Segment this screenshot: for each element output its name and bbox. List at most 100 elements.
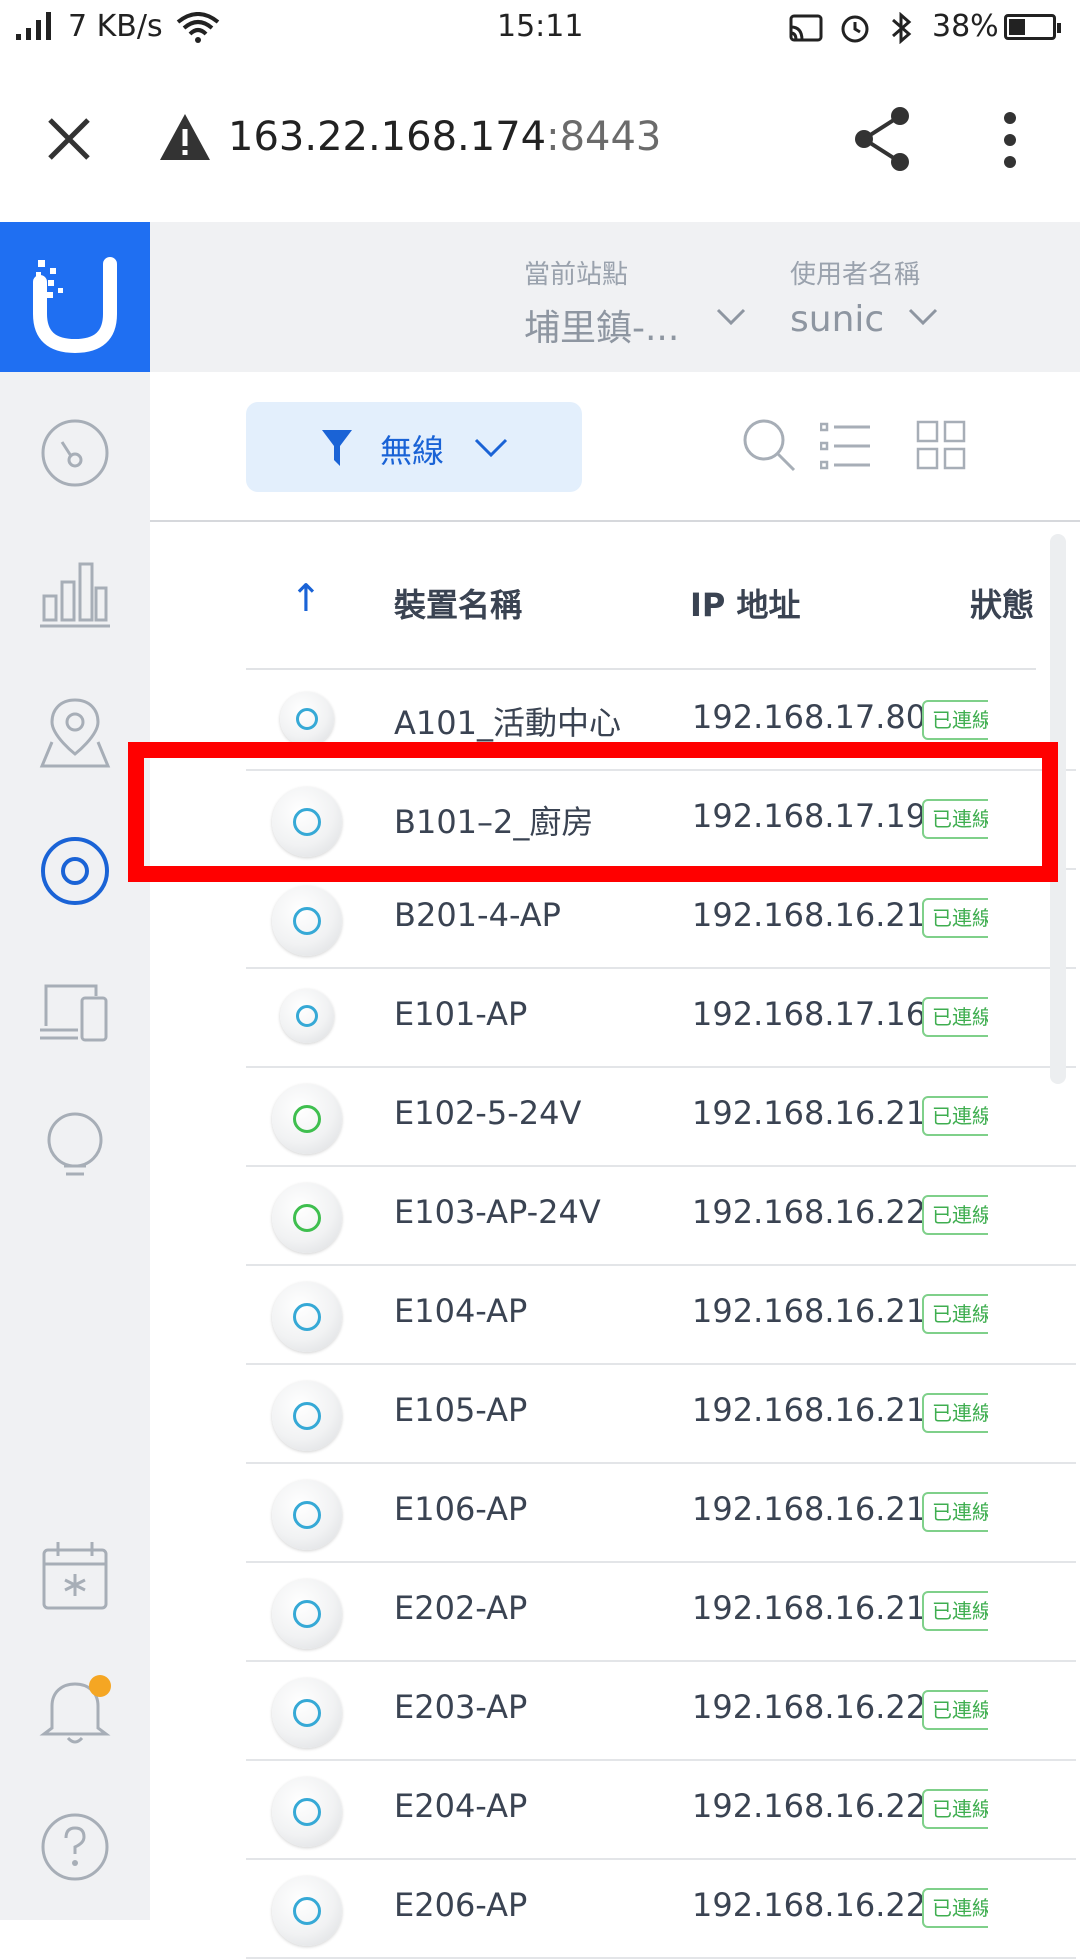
table-row[interactable]: E206-AP 192.168.16.222 已連線 — [246, 1858, 1076, 1959]
access-point-icon — [272, 1480, 342, 1550]
network-speed: 7 KB/s — [68, 9, 163, 44]
user-selector[interactable]: 使用者名稱 sunic — [790, 254, 920, 340]
chevron-down-icon[interactable] — [908, 308, 938, 326]
status-badge-clip: 已連線 — [922, 1294, 988, 1334]
battery-icon — [1004, 14, 1061, 40]
device-ip: 192.168.16.218 — [692, 1490, 947, 1528]
access-point-icon — [272, 886, 342, 956]
access-point-icon — [272, 1084, 342, 1154]
table-row[interactable]: E101-AP 192.168.17.167 已連線 — [246, 967, 1076, 1068]
site-value: 埔里鎮-... — [524, 308, 680, 349]
search-icon[interactable] — [742, 418, 796, 472]
status-badge-clip: 已連線 — [922, 997, 988, 1037]
status-badge-clip: 已連線 — [922, 1393, 988, 1433]
status-badge-clip: 已連線 — [922, 1195, 988, 1235]
status-badge: 已連線 — [922, 1690, 988, 1730]
access-point-icon — [272, 1381, 342, 1451]
grid-view-icon[interactable] — [916, 420, 966, 470]
site-selector[interactable]: 當前站點 埔里鎮-... — [524, 254, 679, 351]
chevron-down-icon[interactable] — [716, 308, 746, 326]
status-badge: 已連線 — [922, 1888, 988, 1928]
highlight-box — [128, 742, 1058, 882]
map-icon[interactable] — [38, 696, 112, 770]
sort-arrow-icon[interactable]: ↑ — [290, 576, 322, 620]
alarm-icon — [841, 15, 869, 42]
cast-icon — [789, 14, 823, 41]
device-ip: 192.168.16.223 — [692, 1193, 947, 1231]
table-row[interactable]: E105-AP 192.168.16.217 已連線 — [246, 1363, 1076, 1464]
column-header-ip[interactable]: IP 地址 — [690, 580, 801, 626]
column-header-status[interactable]: 狀態 — [970, 580, 1050, 626]
device-ip: 192.168.17.80 — [692, 698, 927, 736]
access-point-icon — [272, 1183, 342, 1253]
more-options-icon[interactable] — [998, 112, 1022, 168]
dashboard-icon[interactable] — [38, 416, 112, 490]
device-ip: 192.168.16.222 — [692, 1886, 947, 1924]
device-ip: 192.168.16.221 — [692, 1787, 947, 1825]
device-name: A101_活動中心 — [394, 704, 621, 742]
side-navigation — [0, 372, 150, 1920]
clients-icon[interactable] — [38, 976, 112, 1050]
close-icon[interactable] — [44, 114, 94, 164]
status-badge: 已連線 — [922, 1393, 988, 1433]
status-badge: 已連線 — [922, 1789, 988, 1829]
filter-button[interactable]: 無線 — [246, 402, 582, 492]
unifi-logo-icon — [33, 257, 117, 354]
device-name: B201-4-AP — [394, 896, 561, 934]
status-badge-clip: 已連線 — [922, 1789, 988, 1829]
device-ip: 192.168.16.214 — [692, 1094, 947, 1132]
warning-icon[interactable] — [158, 112, 212, 162]
table-row[interactable]: E102-5-24V 192.168.16.214 已連線 — [246, 1066, 1076, 1167]
filter-label: 無線 — [380, 432, 445, 470]
table-row[interactable]: E203-AP 192.168.16.220 已連線 — [246, 1660, 1076, 1761]
device-ip: 192.168.16.217 — [692, 1391, 947, 1429]
share-icon[interactable] — [852, 106, 912, 172]
access-point-icon — [280, 692, 334, 746]
device-ip: 192.168.17.167 — [692, 995, 947, 1033]
chevron-down-icon — [474, 438, 508, 458]
column-header-name[interactable]: 裝置名稱 — [394, 580, 522, 626]
statistics-icon[interactable] — [38, 556, 112, 630]
devices-toolbar: 無線 — [150, 372, 1080, 522]
status-badge: 已連線 — [922, 1492, 988, 1532]
list-view-icon[interactable] — [820, 422, 870, 470]
device-name: E106-AP — [394, 1490, 528, 1528]
help-icon[interactable] — [38, 1810, 112, 1884]
device-ip: 192.168.16.212 — [692, 1292, 947, 1330]
system-icons — [788, 9, 921, 44]
table-row[interactable]: E106-AP 192.168.16.218 已連線 — [246, 1462, 1076, 1563]
table-row[interactable]: E103-AP-24V 192.168.16.223 已連線 — [246, 1165, 1076, 1266]
access-point-icon — [280, 989, 334, 1043]
status-badge: 已連線 — [922, 700, 988, 740]
device-name: E105-AP — [394, 1391, 528, 1429]
devices-icon[interactable] — [38, 834, 112, 908]
table-row[interactable]: B201-4-AP 192.168.16.211 已連線 — [246, 868, 1076, 969]
ubiquiti-logo[interactable] — [0, 222, 150, 372]
status-badge: 已連線 — [922, 997, 988, 1037]
alerts-icon[interactable] — [38, 1674, 112, 1748]
table-row[interactable]: E104-AP 192.168.16.212 已連線 — [246, 1264, 1076, 1365]
signal-icon — [16, 12, 51, 40]
device-ip: 192.168.16.219 — [692, 1589, 947, 1627]
battery-percent: 38% — [932, 9, 999, 44]
table-row[interactable]: E204-AP 192.168.16.221 已連線 — [246, 1759, 1076, 1860]
insights-icon[interactable] — [38, 1110, 112, 1184]
status-badge: 已連線 — [922, 898, 988, 938]
site-label: 當前站點 — [524, 260, 629, 290]
app-header: 當前站點 埔里鎮-... 使用者名稱 sunic — [150, 222, 1080, 372]
status-badge: 已連線 — [922, 1591, 988, 1631]
access-point-icon — [272, 1678, 342, 1748]
status-badge-clip: 已連線 — [922, 1591, 988, 1631]
table-row[interactable]: E202-AP 192.168.16.219 已連線 — [246, 1561, 1076, 1662]
status-badge-clip: 已連線 — [922, 1492, 988, 1532]
filter-icon — [322, 430, 352, 466]
events-icon[interactable] — [38, 1540, 112, 1614]
status-bar: 7 KB/s 15:11 38% — [0, 0, 1080, 56]
url-text[interactable]: 163.22.168.174:8443 — [228, 114, 661, 160]
device-name: E101-AP — [394, 995, 528, 1033]
status-badge-clip: 已連線 — [922, 700, 988, 740]
device-name: E202-AP — [394, 1589, 528, 1627]
device-ip: 192.168.16.220 — [692, 1688, 947, 1726]
user-label: 使用者名稱 — [790, 260, 921, 290]
device-name: E206-AP — [394, 1886, 528, 1924]
